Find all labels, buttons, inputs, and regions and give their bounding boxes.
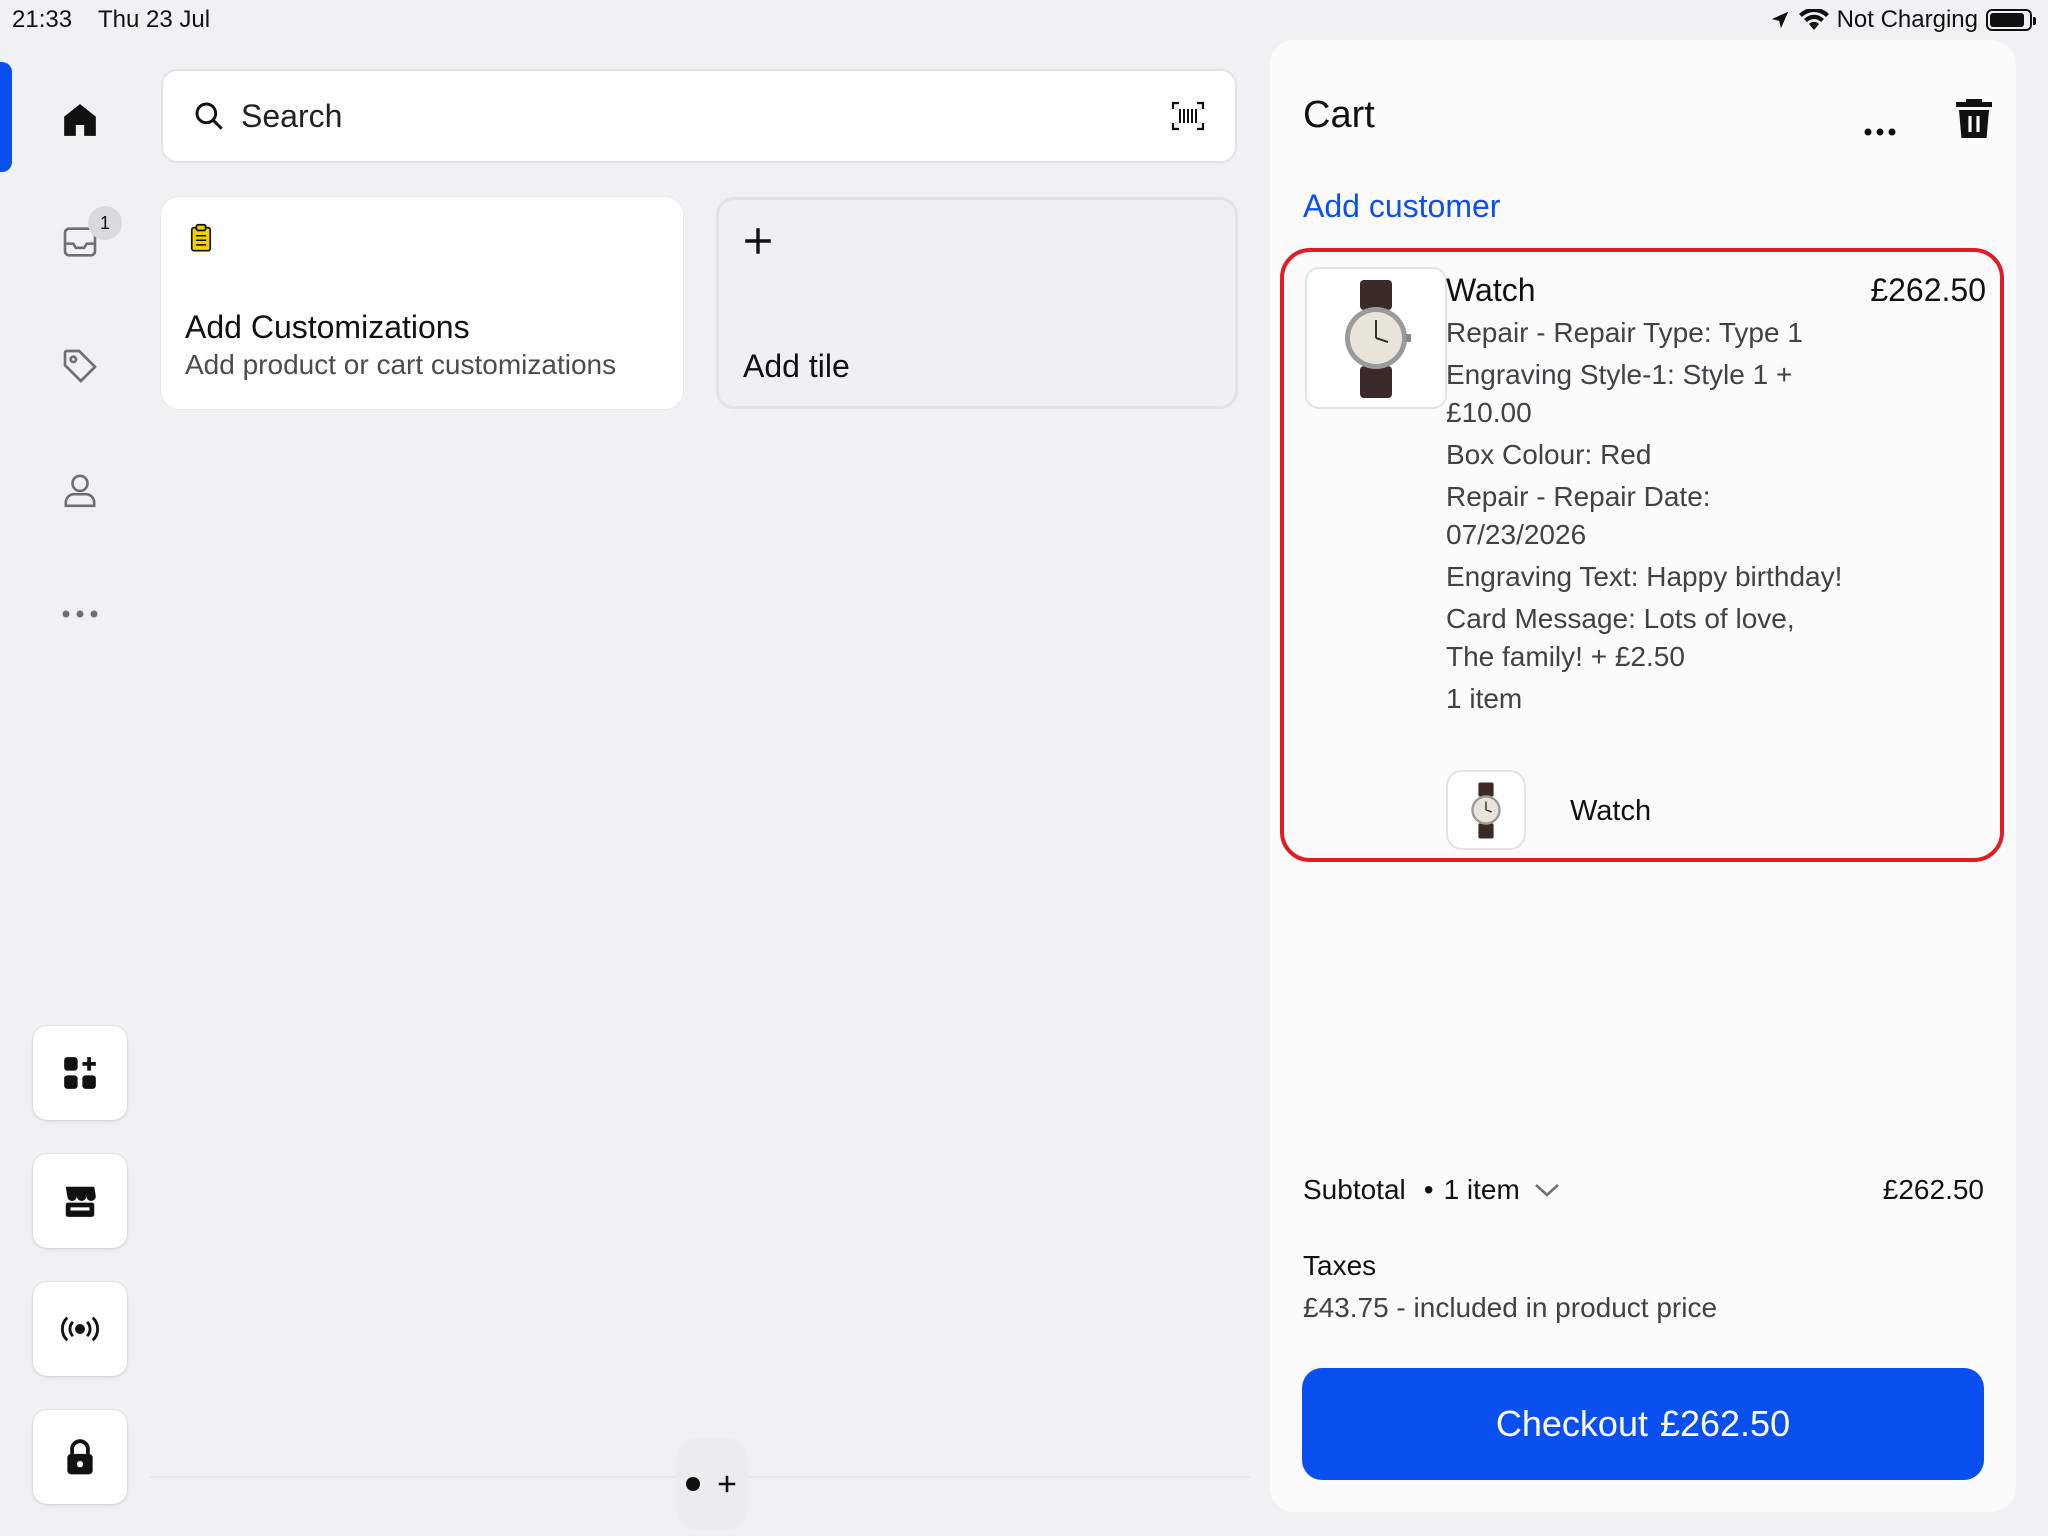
orders-badge: 1 <box>88 206 122 240</box>
page-dot <box>686 1477 700 1491</box>
line-item-name: Watch <box>1446 272 1536 308</box>
taxes-detail: £43.75 - included in product price <box>1303 1292 1718 1323</box>
tile-title: Add Customizations <box>185 309 470 345</box>
wifi-icon <box>1798 9 1829 30</box>
battery-icon <box>1986 9 2036 31</box>
subtotal-count: 1 item <box>1443 1174 1520 1205</box>
battery-status-label: Not Charging <box>1836 6 1978 33</box>
checkout-button[interactable]: Checkout £262.50 <box>1302 1368 1984 1480</box>
clipboard-icon <box>190 223 212 252</box>
status-bar: 21:33 Thu 23 Jul Not Charging <box>0 0 2048 40</box>
line-item-price: £262.50 <box>1870 272 1986 308</box>
more-options-icon[interactable] <box>1850 112 1910 152</box>
chevron-down-icon <box>1534 1184 1559 1197</box>
ellipsis-icon[interactable] <box>56 590 104 638</box>
lock-button[interactable] <box>33 1410 127 1504</box>
add-tile-grid-icon <box>64 1057 96 1089</box>
checkout-amount: £262.50 <box>1659 1403 1791 1444</box>
property-card-message: Card Message: Lots of love, The family! … <box>1446 603 1795 672</box>
person-icon[interactable] <box>56 466 104 514</box>
home-icon[interactable] <box>56 96 104 144</box>
add-tile-grid-button[interactable] <box>33 1026 127 1120</box>
status-right: Not Charging <box>1769 6 2036 34</box>
property-box-colour: Box Colour: Red <box>1446 439 1652 470</box>
separator-dot: • <box>1423 1174 1434 1205</box>
subtotal-toggle[interactable]: Subtotal • 1 item <box>1303 1174 1560 1206</box>
broadcast-icon <box>60 1316 100 1342</box>
property-engraving-style: Engraving Style-1: Style 1 + £10.00 <box>1446 359 1793 428</box>
watch-image <box>1345 280 1411 398</box>
add-tile[interactable]: Add tile <box>716 197 1238 409</box>
property-repair-type: Repair - Repair Type: Type 1 <box>1446 317 1803 348</box>
barcode-scan-icon[interactable] <box>1171 101 1205 131</box>
bundle-item-count: 1 item <box>1446 683 1523 714</box>
add-customer-link[interactable]: Add customer <box>1303 188 1500 225</box>
cart-title: Cart <box>1303 94 1375 136</box>
lock-icon <box>67 1439 93 1475</box>
cart-panel: Cart Add customer Watch £262.50 Repair -… <box>1270 40 2016 1512</box>
store-icon <box>65 1186 96 1217</box>
checkout-label: Checkout <box>1495 1403 1648 1444</box>
search-input[interactable]: Search <box>241 98 1171 135</box>
bundle-item-thumbnail <box>1446 770 1526 850</box>
add-customizations-tile[interactable]: Add Customizations Add product or cart c… <box>161 197 683 409</box>
search-bar[interactable]: Search <box>161 69 1237 163</box>
property-engraving-text: Engraving Text: Happy birthday! <box>1446 561 1843 592</box>
line-item-properties: Repair - Repair Type: Type 1 Engraving S… <box>1446 314 1846 722</box>
tile-subtitle: Add product or cart customizations <box>185 349 617 380</box>
location-icon <box>1771 11 1788 29</box>
subtotal-value: £262.50 <box>1882 1174 1984 1205</box>
tag-icon[interactable] <box>56 342 104 390</box>
status-date: Thu 23 Jul <box>98 6 211 33</box>
add-page-icon[interactable] <box>716 1473 738 1495</box>
search-icon <box>195 102 223 130</box>
orders-inbox-icon[interactable]: 1 <box>56 206 122 266</box>
product-thumbnail <box>1305 267 1447 409</box>
status-time: 21:33 <box>12 6 73 33</box>
broadcast-button[interactable] <box>33 1282 127 1376</box>
bundle-item-name: Watch <box>1570 795 1652 827</box>
tile-title: Add tile <box>743 348 850 384</box>
plus-icon <box>745 228 771 254</box>
page-indicator[interactable] <box>676 1438 748 1530</box>
store-button[interactable] <box>33 1154 127 1248</box>
subtotal-label: Subtotal <box>1303 1174 1406 1205</box>
trash-icon[interactable] <box>1950 94 1998 142</box>
cart-line-item[interactable]: Watch £262.50 Repair - Repair Type: Type… <box>1280 248 2004 862</box>
property-repair-date: Repair - Repair Date: 07/23/2026 <box>1446 481 1711 550</box>
watch-image <box>1471 782 1501 839</box>
taxes-label: Taxes <box>1303 1250 1377 1281</box>
rail-active-indicator <box>0 62 12 172</box>
